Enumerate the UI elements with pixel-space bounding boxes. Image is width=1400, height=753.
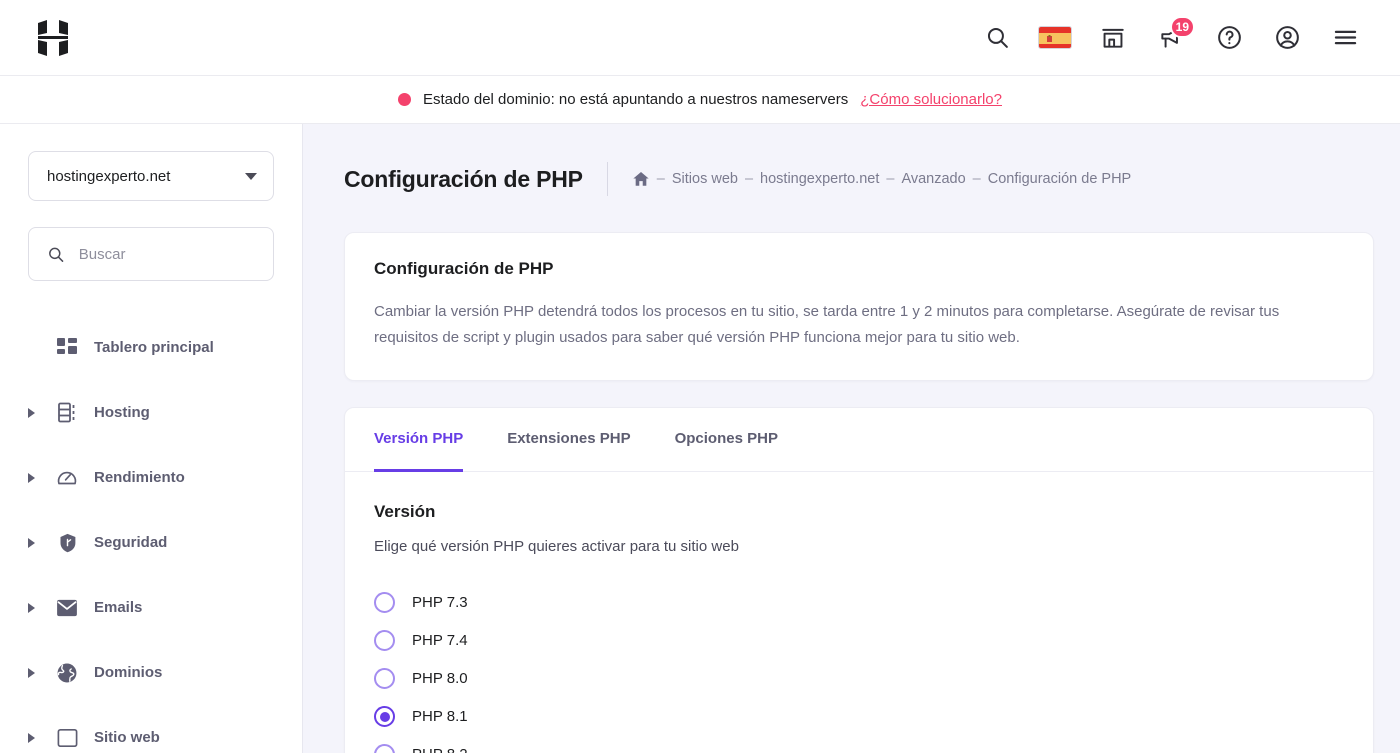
hostinger-logo-icon xyxy=(36,18,70,58)
language-flag-icon[interactable] xyxy=(1038,26,1072,49)
radio-option-php-8-1[interactable]: PHP 8.1 xyxy=(374,698,1344,736)
radio-label: PHP 8.0 xyxy=(412,670,468,687)
sidebar-item-sitio-web[interactable]: Sitio web xyxy=(28,705,274,753)
php-info-card: Configuración de PHP Cambiar la versión … xyxy=(344,232,1374,381)
radio-option-php-7-3[interactable]: PHP 7.3 xyxy=(374,584,1344,622)
domain-status-text: Estado del dominio: no está apuntando a … xyxy=(423,91,848,108)
window-icon xyxy=(54,728,80,748)
search-icon xyxy=(47,244,65,265)
section-title: Versión xyxy=(374,502,1344,522)
header-divider xyxy=(607,162,608,196)
radio-icon[interactable] xyxy=(374,668,395,689)
tab-version-php[interactable]: Versión PHP xyxy=(374,409,463,472)
chevron-right-icon xyxy=(28,733,46,743)
breadcrumb-item-current: Configuración de PHP xyxy=(988,171,1131,187)
sidebar-item-label: Tablero principal xyxy=(94,339,214,356)
breadcrumb-separator: – xyxy=(886,171,894,187)
breadcrumb-item-domain[interactable]: hostingexperto.net xyxy=(760,171,879,187)
radio-icon[interactable] xyxy=(374,592,395,613)
breadcrumb-separator: – xyxy=(657,171,665,187)
radio-option-php-8-0[interactable]: PHP 8.0 xyxy=(374,660,1344,698)
radio-label: PHP 8.2 xyxy=(412,746,468,753)
sidebar-item-label: Dominios xyxy=(94,664,162,681)
radio-icon[interactable] xyxy=(374,630,395,651)
chevron-right-icon xyxy=(28,538,46,548)
info-card-description: Cambiar la versión PHP detendrá todos lo… xyxy=(374,299,1304,351)
store-icon[interactable] xyxy=(1096,21,1130,55)
domain-status-banner: Estado del dominio: no está apuntando a … xyxy=(0,76,1400,124)
search-input[interactable] xyxy=(79,246,255,263)
tab-opciones-php[interactable]: Opciones PHP xyxy=(675,409,778,472)
info-card-title: Configuración de PHP xyxy=(374,259,1344,279)
breadcrumb-item-avanzado[interactable]: Avanzado xyxy=(901,171,965,187)
menu-icon[interactable] xyxy=(1328,21,1362,55)
server-icon xyxy=(54,402,80,423)
sidebar-item-label: Emails xyxy=(94,599,142,616)
version-tab-panel: Versión Elige qué versión PHP quieres ac… xyxy=(345,472,1373,753)
breadcrumb: – Sitios web – hostingexperto.net – Avan… xyxy=(632,170,1131,188)
radio-icon[interactable] xyxy=(374,744,395,753)
sidebar-item-seguridad[interactable]: Seguridad xyxy=(28,510,274,575)
top-bar: 19 xyxy=(0,0,1400,76)
how-to-fix-link[interactable]: ¿Cómo solucionarlo? xyxy=(860,91,1002,108)
sidebar-item-label: Rendimiento xyxy=(94,469,185,486)
domain-selector[interactable]: hostingexperto.net xyxy=(28,151,274,201)
sidebar-nav: Tablero principal Hosting xyxy=(28,315,274,753)
announcements-badge: 19 xyxy=(1170,16,1195,38)
status-dot-icon xyxy=(398,93,411,106)
hostinger-logo[interactable] xyxy=(36,18,70,58)
envelope-icon xyxy=(54,599,80,617)
page-header: Configuración de PHP – Sitios web – host… xyxy=(344,162,1374,196)
speedometer-icon xyxy=(54,467,80,489)
breadcrumb-separator: – xyxy=(745,171,753,187)
chevron-down-icon xyxy=(245,173,257,180)
sidebar-item-emails[interactable]: Emails xyxy=(28,575,274,640)
radio-option-php-7-4[interactable]: PHP 7.4 xyxy=(374,622,1344,660)
help-icon[interactable] xyxy=(1212,21,1246,55)
radio-option-php-8-2[interactable]: PHP 8.2 xyxy=(374,736,1344,753)
breadcrumb-item-sitios-web[interactable]: Sitios web xyxy=(672,171,738,187)
sidebar-item-label: Hosting xyxy=(94,404,150,421)
sidebar: hostingexperto.net Table xyxy=(0,124,303,753)
home-icon[interactable] xyxy=(632,170,650,188)
chevron-right-icon xyxy=(28,668,46,678)
announcements-icon[interactable]: 19 xyxy=(1154,21,1188,55)
sidebar-item-hosting[interactable]: Hosting xyxy=(28,380,274,445)
tab-extensiones-php[interactable]: Extensiones PHP xyxy=(507,409,630,472)
account-icon[interactable] xyxy=(1270,21,1304,55)
shield-icon xyxy=(54,532,80,554)
sidebar-item-rendimiento[interactable]: Rendimiento xyxy=(28,445,274,510)
sidebar-item-label: Seguridad xyxy=(94,534,167,551)
radio-label: PHP 7.4 xyxy=(412,632,468,649)
php-version-radio-group: PHP 7.3 PHP 7.4 PHP 8.0 PHP 8.1 xyxy=(374,584,1344,753)
chevron-right-icon xyxy=(28,473,46,483)
tab-bar: Versión PHP Extensiones PHP Opciones PHP xyxy=(345,408,1373,472)
chevron-right-icon xyxy=(28,408,46,418)
page-title: Configuración de PHP xyxy=(344,166,583,193)
radio-label: PHP 7.3 xyxy=(412,594,468,611)
php-settings-card: Versión PHP Extensiones PHP Opciones PHP… xyxy=(344,407,1374,753)
sidebar-item-tablero-principal[interactable]: Tablero principal xyxy=(28,315,274,380)
breadcrumb-separator: – xyxy=(973,171,981,187)
main-content: Configuración de PHP – Sitios web – host… xyxy=(303,124,1400,753)
search-icon[interactable] xyxy=(980,21,1014,55)
top-bar-actions: 19 xyxy=(980,21,1362,55)
sidebar-item-label: Sitio web xyxy=(94,729,160,746)
sidebar-search[interactable] xyxy=(28,227,274,281)
page-layout: hostingexperto.net Table xyxy=(0,124,1400,753)
sidebar-item-dominios[interactable]: Dominios xyxy=(28,640,274,705)
domain-selector-value: hostingexperto.net xyxy=(47,168,170,185)
radio-icon-selected[interactable] xyxy=(374,706,395,727)
globe-icon xyxy=(54,662,80,684)
chevron-right-icon xyxy=(28,603,46,613)
section-subtitle: Elige qué versión PHP quieres activar pa… xyxy=(374,538,1344,555)
radio-label: PHP 8.1 xyxy=(412,708,468,725)
dashboard-grid-icon xyxy=(54,338,80,358)
spain-flag-icon xyxy=(1039,27,1072,49)
